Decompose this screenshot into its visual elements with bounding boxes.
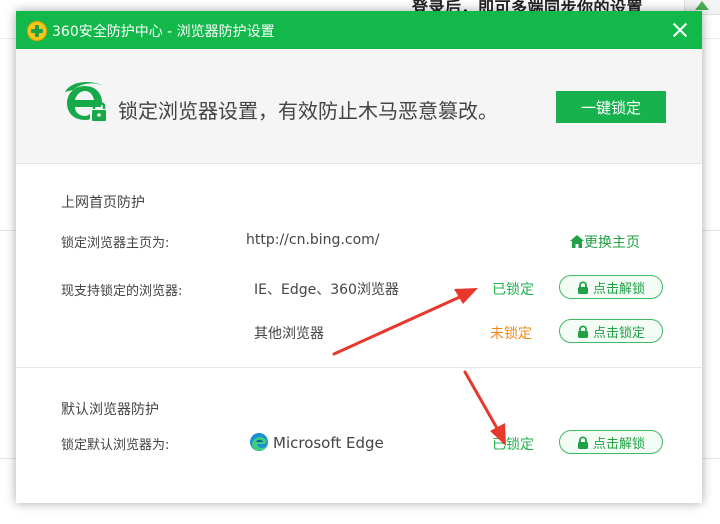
window-title: 360安全防护中心 - 浏览器防护设置 [52,24,275,40]
unlock-label: 点击解锁 [592,281,645,297]
lock-icon [577,280,588,294]
title-bar[interactable]: 360安全防护中心 - 浏览器防护设置 [16,11,702,49]
default-browser-name: Microsoft Edge [273,434,384,452]
lock-icon [577,435,588,449]
360-logo-icon [27,21,47,41]
background-divider [702,230,720,231]
homepage-protection-title: 上网首页防护 [61,195,145,211]
lock-button[interactable]: 点击锁定 [559,319,663,343]
browser-protection-dialog: 360安全防护中心 - 浏览器防护设置 锁定浏览器设置，有效防止木马恶意篡改。 … [16,11,702,503]
status-badge: 未锁定 [490,326,532,342]
status-badge: 已锁定 [492,437,534,453]
default-browser-protection-title: 默认浏览器防护 [61,402,159,418]
change-homepage-label: 更换主页 [584,235,640,251]
unlock-label: 点击解锁 [592,436,645,452]
close-button[interactable] [670,20,690,40]
ie-lock-icon [65,82,108,123]
unlock-button[interactable]: 点击解锁 [559,430,663,454]
homepage-label: 锁定浏览器主页为: [61,236,170,251]
homepage-url: http://cn.bing.com/ [246,232,380,248]
header-description: 锁定浏览器设置，有效防止木马恶意篡改。 [118,99,498,123]
lock-label: 点击锁定 [592,325,645,341]
change-homepage-link[interactable]: 更换主页 [570,232,640,252]
home-icon [570,235,584,248]
supported-browsers-label: 现支持锁定的浏览器: [61,284,183,299]
browser-name: IE、Edge、360浏览器 [254,282,399,298]
section-divider [16,367,702,368]
lock-icon [577,324,588,338]
status-badge: 已锁定 [492,282,534,298]
header-banner: 锁定浏览器设置，有效防止木马恶意篡改。 一键锁定 [16,49,702,164]
one-click-lock-button[interactable]: 一键锁定 [556,91,666,123]
default-browser-label: 锁定默认浏览器为: [61,438,170,453]
browser-name: 其他浏览器 [254,326,324,342]
background-divider [702,458,720,459]
edge-icon [250,433,268,451]
unlock-button[interactable]: 点击解锁 [559,275,663,299]
